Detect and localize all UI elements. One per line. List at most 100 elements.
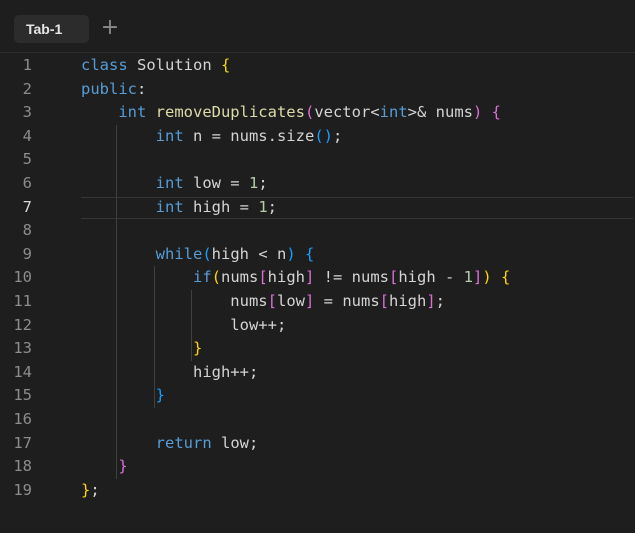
code-text: int n = nums.size();	[81, 125, 343, 149]
code-token: low =	[192, 174, 249, 192]
code-token: ]	[305, 268, 315, 287]
code-line[interactable]: 8	[0, 219, 635, 243]
code-token: )	[472, 103, 483, 122]
code-text: };	[81, 479, 100, 503]
code-token: if	[81, 268, 212, 287]
tab-label: Tab-1	[26, 21, 63, 37]
code-text: if(nums[high] != nums[high - 1]) {	[81, 266, 510, 290]
code-token: nums	[81, 292, 268, 310]
code-text: }	[81, 337, 202, 361]
code-token: ;	[267, 197, 277, 216]
code-token: int	[81, 174, 193, 192]
code-token: nums	[221, 268, 259, 287]
code-token: ;	[435, 292, 446, 310]
code-line[interactable]: 12 low++;	[0, 314, 635, 338]
line-number: 14	[13, 362, 32, 381]
code-editor[interactable]: 1 class Solution { 2 public: 3 int removeDup…	[0, 54, 635, 533]
code-token: {	[501, 268, 511, 287]
code-token: ]	[473, 268, 483, 287]
line-number: 5	[22, 150, 32, 169]
code-token: low	[276, 292, 305, 310]
code-token: != nums	[314, 268, 389, 287]
code-line[interactable]: 5	[0, 148, 635, 172]
code-token: [	[267, 292, 277, 310]
code-token: while	[81, 244, 203, 263]
code-line[interactable]: 11 nums[low] = nums[high];	[0, 290, 635, 314]
code-token: high	[389, 292, 427, 310]
code-token: high++;	[81, 362, 259, 381]
code-text: class Solution {	[81, 54, 230, 78]
code-line[interactable]: 7 int high = 1;	[0, 196, 635, 220]
code-token: ;	[258, 174, 268, 192]
code-token: )	[286, 244, 296, 263]
code-line[interactable]: 4 int n = nums.size();	[0, 125, 635, 149]
line-number: 2	[22, 79, 32, 98]
code-token: [	[389, 268, 399, 287]
code-line[interactable]: 13 }	[0, 337, 635, 361]
line-number: 17	[13, 433, 32, 452]
code-token: removeDuplicates	[155, 103, 305, 122]
code-text: high++;	[81, 361, 258, 385]
code-line[interactable]: 14 high++;	[0, 361, 635, 385]
code-token: n = nums.size	[192, 126, 315, 145]
code-token: ]	[304, 292, 315, 310]
line-number: 18	[13, 457, 32, 476]
code-line[interactable]: 18 }	[0, 455, 635, 479]
code-line[interactable]: 19};	[0, 479, 635, 503]
code-text: while(high < n) {	[81, 243, 315, 267]
code-text: nums[low] = nums[high];	[81, 290, 445, 314]
code-token: int	[379, 103, 408, 122]
code-line[interactable]: 9 while(high < n) {	[0, 243, 635, 267]
code-token: :	[137, 79, 147, 98]
code-token: 1	[463, 268, 474, 287]
code-line[interactable]: 2 public:	[0, 78, 635, 102]
code-line[interactable]: 1 class Solution {	[0, 54, 635, 78]
code-token: ]	[426, 292, 436, 310]
code-token: = nums	[314, 292, 380, 310]
code-token: public	[81, 79, 137, 98]
code-token: 1	[258, 197, 268, 216]
line-number: 16	[13, 410, 32, 428]
code-token: Solution	[137, 56, 221, 74]
tab-bar: Tab-1 +	[0, 0, 635, 53]
line-number: 1	[22, 56, 32, 74]
line-number: 8	[22, 221, 32, 240]
code-token: 1	[248, 174, 259, 192]
code-text: int high = 1;	[81, 196, 277, 220]
code-token: (	[211, 268, 221, 287]
code-token: ;	[332, 126, 343, 145]
code-line[interactable]: 17 return low;	[0, 432, 635, 456]
add-tab-icon[interactable]: +	[100, 14, 120, 42]
line-number: 10	[13, 268, 32, 287]
code-token: low++;	[81, 315, 287, 334]
code-text: }	[81, 455, 127, 479]
code-token: high	[267, 268, 305, 287]
code-line[interactable]: 16	[0, 408, 635, 432]
code-token: high =	[192, 197, 259, 216]
tab-1[interactable]: Tab-1	[14, 15, 89, 43]
line-number: 15	[13, 386, 32, 405]
code-line[interactable]: 6 int low = 1;	[0, 172, 635, 196]
code-line[interactable]: 15 }	[0, 384, 635, 408]
code-token: <	[370, 103, 380, 122]
code-text: }	[81, 384, 165, 408]
code-token: high < n	[211, 244, 287, 263]
code-token: high -	[398, 268, 464, 287]
code-token: (	[304, 103, 315, 122]
code-token: int	[81, 126, 193, 145]
code-token: {	[305, 244, 315, 263]
code-line[interactable]: 10 if(nums[high] != nums[high - 1]) {	[0, 266, 635, 290]
code-line[interactable]: 3 int removeDuplicates(vector<int>& nums…	[0, 101, 635, 125]
code-token: (	[202, 244, 212, 263]
code-text: low++;	[81, 314, 286, 338]
line-number: 6	[22, 174, 32, 192]
code-token: [	[258, 268, 268, 287]
code-token: int	[81, 103, 156, 122]
code-text: int low = 1;	[81, 172, 268, 196]
code-token: >& nums	[407, 103, 473, 122]
line-number: 7	[22, 197, 32, 216]
line-number: 4	[22, 126, 32, 145]
code-token: vector	[314, 103, 371, 122]
